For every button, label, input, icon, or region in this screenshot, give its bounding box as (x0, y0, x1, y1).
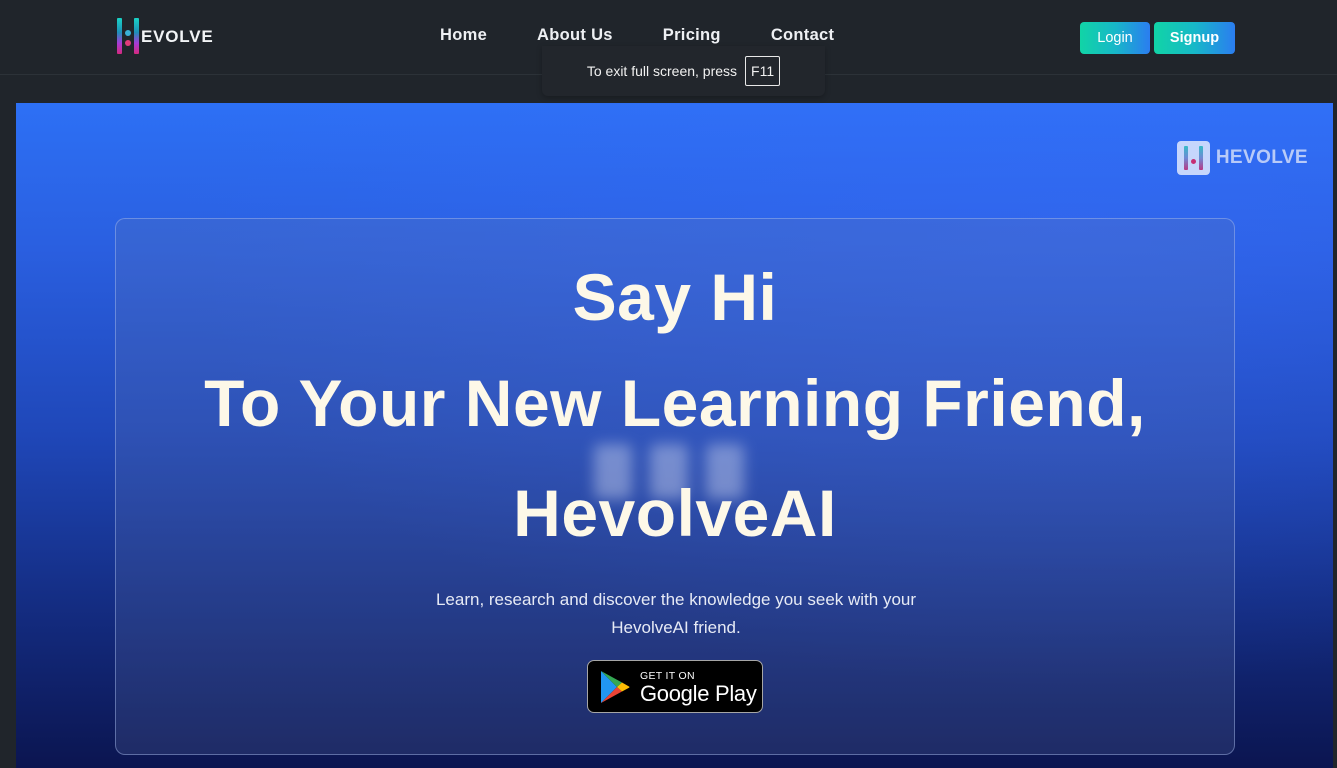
hero-card: Say Hi To Your New Learning Friend, Hevo… (115, 218, 1235, 755)
nav-link-about-us[interactable]: About Us (537, 26, 613, 45)
hevolve-logo-icon (117, 18, 139, 54)
google-play-caption: GET IT ON (640, 669, 695, 682)
headline-line-2: To Your New Learning Friend, (204, 366, 1146, 440)
google-play-badge[interactable]: GET IT ON Google Play (587, 660, 763, 713)
signup-button[interactable]: Signup (1154, 22, 1235, 54)
hero-section: HEVOLVE Say Hi To Your New Learning Frie… (16, 103, 1333, 768)
login-button[interactable]: Login (1080, 22, 1150, 54)
main-nav: Home About Us Pricing Contact (440, 26, 834, 45)
hero-watermark-text: HEVOLVE (1215, 147, 1308, 168)
fullscreen-exit-notice: To exit full screen, press F11 (542, 46, 825, 96)
f11-key-hint: F11 (745, 56, 781, 86)
google-play-label: Google Play (640, 680, 757, 706)
fullscreen-notice-text: To exit full screen, press (586, 63, 738, 79)
hero-watermark-logo: HEVOLVE (1176, 141, 1308, 175)
nav-link-home[interactable]: Home (440, 26, 487, 45)
headline-line-1: Say Hi (572, 260, 778, 334)
brand-name: EVOLVE (141, 26, 214, 46)
hero-subtext: Learn, research and discover the knowled… (435, 590, 917, 637)
google-play-icon (601, 670, 630, 703)
nav-link-pricing[interactable]: Pricing (663, 26, 721, 45)
nav-link-contact[interactable]: Contact (771, 26, 835, 45)
auth-buttons: Login Signup (1080, 22, 1235, 54)
headline-line-3: HevolveAI (513, 476, 837, 550)
hevolve-badge-icon (1176, 141, 1210, 175)
brand-logo[interactable]: EVOLVE (117, 17, 214, 55)
